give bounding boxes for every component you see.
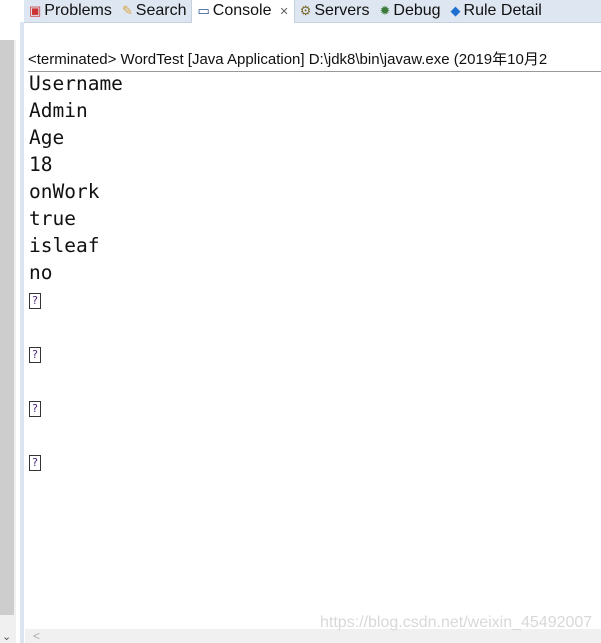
chevron-down-icon[interactable]: ⌄ xyxy=(2,630,11,643)
close-icon[interactable]: ✕ xyxy=(279,5,288,18)
servers-icon: ⚙ xyxy=(299,3,312,18)
divider xyxy=(20,22,24,643)
tab-console[interactable]: ▭ Console ✕ xyxy=(191,0,295,23)
tab-debug[interactable]: ✹ Debug xyxy=(374,0,445,22)
output-line: Admin xyxy=(29,99,88,122)
unknown-glyph-icon: ? xyxy=(29,292,41,309)
output-line: isleaf xyxy=(29,234,100,257)
chevron-left-icon[interactable]: < xyxy=(33,629,40,643)
output-line: onWork xyxy=(29,180,100,203)
problems-icon: ▣ xyxy=(29,3,42,18)
output-line: 18 xyxy=(29,153,53,176)
tab-label: Console xyxy=(212,2,272,19)
output-line: Username xyxy=(29,72,123,95)
output-line: no xyxy=(29,261,53,284)
unknown-glyph-icon: ? xyxy=(29,346,41,363)
unknown-glyph-icon: ? xyxy=(29,400,41,417)
unknown-glyph-icon: ? xyxy=(29,454,41,471)
output-line: Age xyxy=(29,126,65,149)
output-line: true xyxy=(29,207,76,230)
output-line: ? xyxy=(29,340,123,367)
tab-rule-detail[interactable]: ◆ Rule Detail xyxy=(446,0,547,22)
console-header: <terminated> WordTest [Java Application]… xyxy=(28,48,601,72)
console-output[interactable]: Username Admin Age 18 onWork true isleaf… xyxy=(29,70,123,475)
tab-servers[interactable]: ⚙ Servers xyxy=(295,0,375,22)
scroll-thumb[interactable] xyxy=(0,40,14,615)
rule-detail-icon: ◆ xyxy=(450,3,461,18)
output-line: ? xyxy=(29,286,123,313)
tab-label: Rule Detail xyxy=(463,2,542,19)
output-line: ? xyxy=(29,394,123,421)
vertical-scrollbar[interactable]: ⌄ xyxy=(0,40,16,643)
console-icon: ▭ xyxy=(197,3,210,18)
search-icon: ✎ xyxy=(121,3,133,18)
watermark: https://blog.csdn.net/weixin_45492007 xyxy=(320,614,593,631)
tab-search[interactable]: ✎ Search xyxy=(117,0,192,22)
output-line: ? xyxy=(29,448,123,475)
tab-label: Servers xyxy=(314,2,370,19)
debug-icon: ✹ xyxy=(379,3,391,18)
view-tabs: ▣ Problems ✎ Search ▭ Console ✕ ⚙ Servers ✹ De… xyxy=(24,0,601,23)
tab-problems[interactable]: ▣ Problems xyxy=(24,0,117,22)
tab-label: Problems xyxy=(44,2,112,19)
tab-label: Search xyxy=(135,2,187,19)
tab-label: Debug xyxy=(393,2,441,19)
